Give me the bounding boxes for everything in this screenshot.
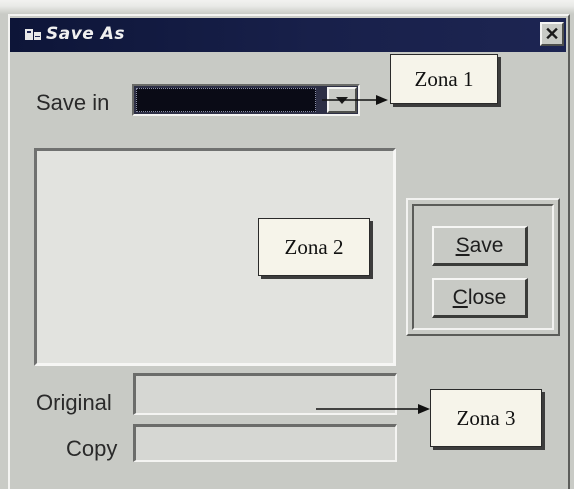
callout-zona-2: Zona 2	[258, 218, 370, 276]
zona3-arrowhead	[418, 404, 430, 414]
callout-zona-1: Zona 1	[390, 54, 498, 104]
callout-zona-3: Zona 3	[430, 389, 542, 447]
zona1-arrowhead	[376, 95, 388, 105]
